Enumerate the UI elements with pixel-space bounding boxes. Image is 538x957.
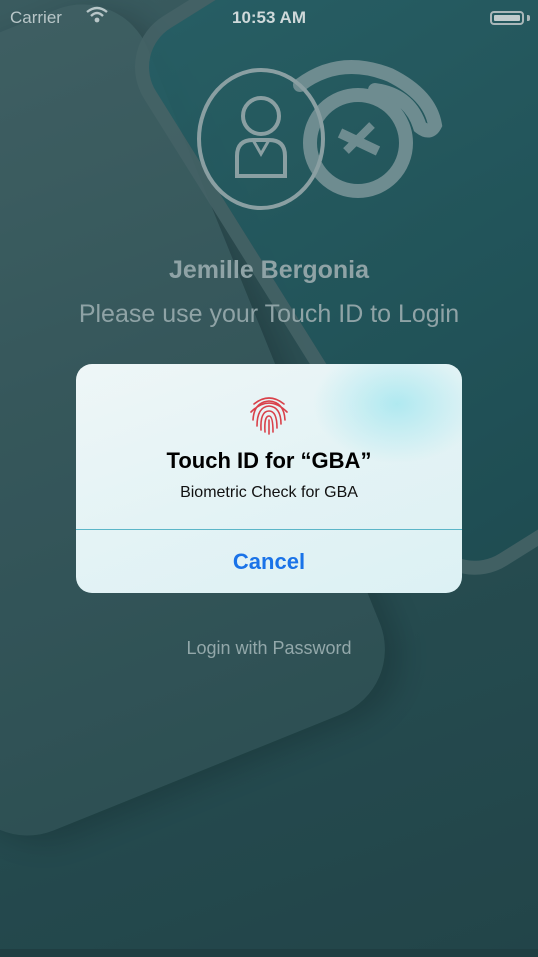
touch-id-alert: Touch ID for “GBA” Biometric Check for G… <box>76 364 462 593</box>
cancel-button[interactable]: Cancel <box>76 530 462 593</box>
status-time: 10:53 AM <box>231 8 306 27</box>
battery-icon <box>490 11 524 25</box>
touch-id-instruction: Please use your Touch ID to Login <box>78 300 460 328</box>
bottom-bar <box>0 949 538 957</box>
status-bar: Carrier 10:53 AM <box>0 0 538 36</box>
login-with-password-link[interactable]: Login with Password <box>0 638 538 659</box>
app-screen: Carrier 10:53 AM Jemille Bergonia Please… <box>0 0 538 957</box>
user-icon <box>235 96 287 178</box>
battery-tip <box>527 15 530 21</box>
alert-title: Touch ID for “GBA” <box>166 448 372 473</box>
avatar <box>197 68 325 210</box>
user-name: Jemille Bergonia <box>168 256 370 284</box>
alert-message: Biometric Check for GBA <box>180 484 358 501</box>
fingerprint-icon <box>250 397 288 435</box>
